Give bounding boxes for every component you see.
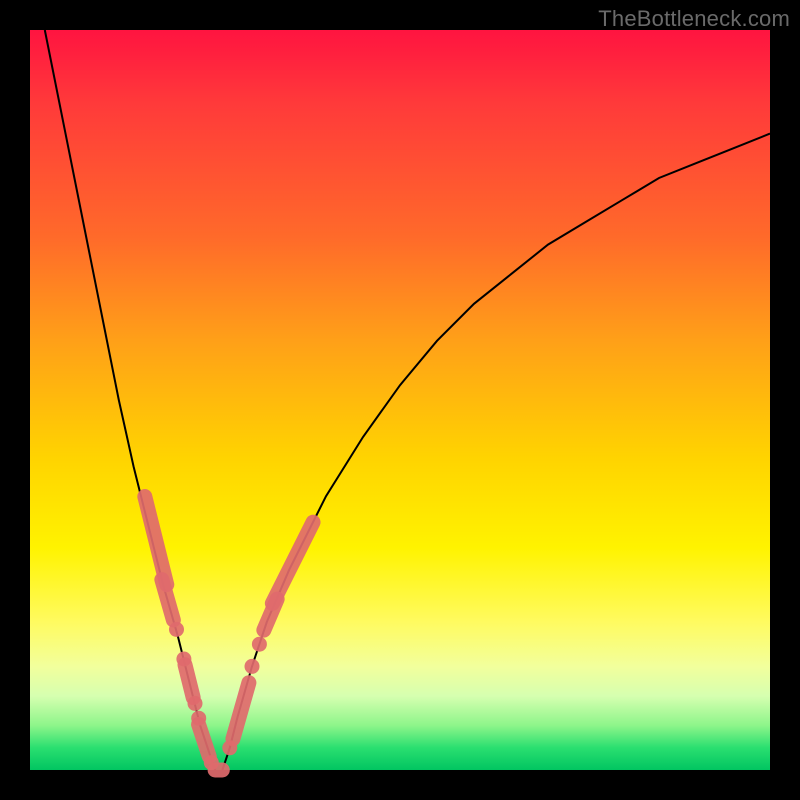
chart-marker-dot — [245, 659, 260, 674]
chart-markers — [136, 487, 323, 777]
chart-svg — [30, 30, 770, 770]
chart-marker-pill — [153, 570, 183, 629]
chart-marker-pill — [224, 673, 259, 748]
chart-marker-dot — [169, 622, 184, 637]
chart-marker-dot — [188, 696, 203, 711]
watermark-text: TheBottleneck.com — [598, 6, 790, 32]
chart-frame — [30, 30, 770, 770]
chart-marker-dot — [252, 637, 267, 652]
curve-right-branch — [222, 134, 770, 770]
chart-marker-pill — [208, 763, 230, 778]
chart-marker-pill — [262, 512, 323, 613]
